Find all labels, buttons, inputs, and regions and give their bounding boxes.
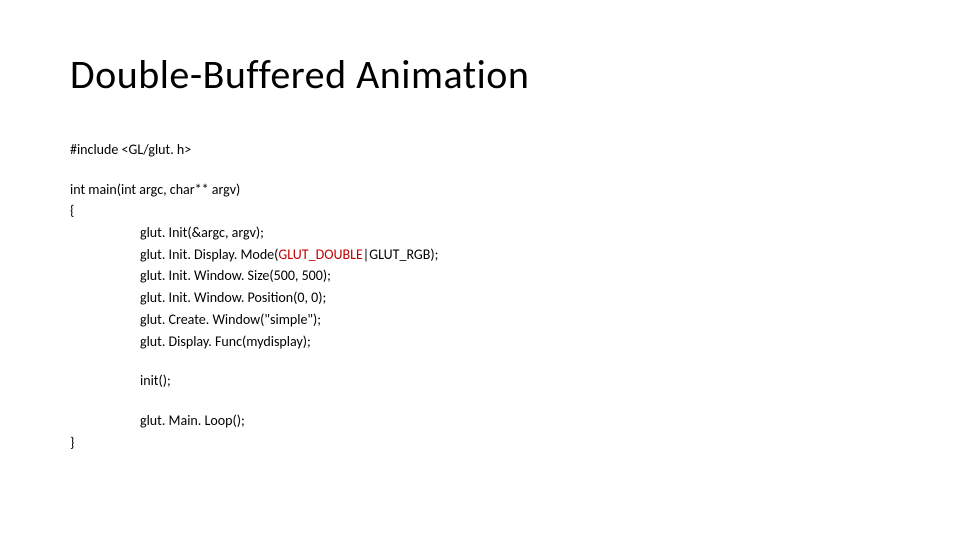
slide-title: Double-Buffered Animation (70, 50, 890, 99)
code-l2-prefix: glut. Init. Display. Mode( (140, 246, 278, 263)
code-line-8: glut. Main. Loop(); (70, 410, 890, 432)
code-line-open-brace: { (70, 200, 890, 222)
slide: Double-Buffered Animation #include <GL/g… (0, 0, 960, 540)
blank-line (70, 352, 890, 370)
code-line-6: glut. Display. Func(mydisplay); (70, 331, 890, 353)
code-l2-suffix: |GLUT_RGB); (363, 246, 439, 263)
code-l2-highlight: GLUT_DOUBLE (278, 246, 362, 263)
code-line-4: glut. Init. Window. Position(0, 0); (70, 287, 890, 309)
code-line-5: glut. Create. Window("simple"); (70, 309, 890, 331)
code-line-7: init(); (70, 370, 890, 392)
blank-line (70, 161, 890, 179)
code-line-include: #include <GL/glut. h> (70, 139, 890, 161)
blank-line (70, 392, 890, 410)
code-line-main-sig: int main(int argc, char** argv) (70, 179, 890, 201)
code-line-1: glut. Init(&argc, argv); (70, 222, 890, 244)
code-line-close-brace: } (70, 432, 890, 454)
code-line-2: glut. Init. Display. Mode(GLUT_DOUBLE|GL… (70, 244, 890, 266)
code-line-3: glut. Init. Window. Size(500, 500); (70, 265, 890, 287)
code-block: #include <GL/glut. h> int main(int argc,… (70, 139, 890, 453)
